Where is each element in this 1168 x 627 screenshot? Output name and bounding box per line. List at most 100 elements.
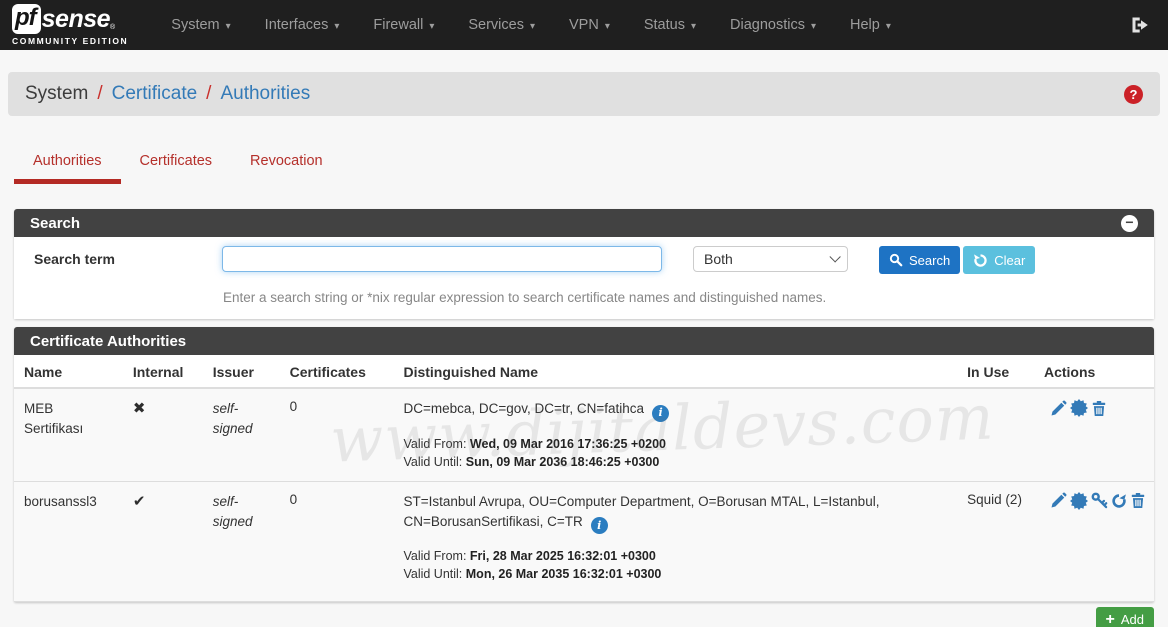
top-navbar: pf sense ® COMMUNITY EDITION System ▾ In…: [0, 0, 1168, 50]
search-input[interactable]: [222, 246, 662, 272]
sign-out-icon: [1130, 15, 1150, 35]
search-panel-body: Search term Both Search: [14, 237, 1154, 319]
valid-until-value: Sun, 09 Mar 2036 18:46:25 +0300: [466, 455, 660, 469]
ca-name: MEB Sertifikası: [24, 399, 108, 439]
table-header-row: Name Internal Issuer Certificates Distin…: [14, 355, 1154, 388]
ca-panel-header: Certificate Authorities: [14, 327, 1154, 355]
ca-issuer: self-signed: [213, 399, 265, 439]
nav-item-label: Help: [850, 17, 880, 33]
valid-until-label: Valid Until:: [403, 455, 462, 469]
export-ca-icon[interactable]: [1070, 399, 1088, 417]
ca-name: borusanssl3: [24, 492, 97, 512]
internal-no-icon: ✖: [133, 400, 146, 417]
caret-down-icon: ▾: [811, 21, 816, 32]
nav-item-label: VPN: [569, 17, 599, 33]
valid-until-value: Mon, 26 Mar 2035 16:32:01 +0300: [466, 567, 662, 581]
clear-button[interactable]: Clear: [963, 246, 1035, 274]
valid-from-value: Fri, 28 Mar 2025 16:32:01 +0300: [470, 549, 656, 563]
caret-down-icon: ▾: [886, 21, 891, 32]
tab-revocation[interactable]: Revocation: [231, 145, 342, 184]
ca-distinguished-name: ST=Istanbul Avrupa, OU=Computer Departme…: [403, 494, 879, 529]
nav-item-firewall[interactable]: Firewall ▾: [356, 0, 451, 50]
export-key-icon[interactable]: [1091, 492, 1108, 509]
info-icon[interactable]: i: [591, 517, 608, 534]
pfsense-logo[interactable]: pf sense ® COMMUNITY EDITION: [12, 4, 128, 46]
add-button[interactable]: + Add: [1096, 607, 1154, 627]
tab-authorities[interactable]: Authorities: [14, 145, 121, 184]
caret-down-icon: ▾: [334, 21, 339, 32]
export-ca-icon[interactable]: [1070, 492, 1088, 510]
col-header-actions: Actions: [1044, 355, 1154, 388]
undo-icon: [973, 253, 988, 268]
main-menu: System ▾ Interfaces ▾ Firewall ▾ Service…: [154, 0, 908, 50]
search-panel: Search − Search term Both Search: [14, 209, 1154, 319]
breadcrumb: System / Certificate / Authorities ?: [8, 72, 1160, 116]
breadcrumb-link-authorities[interactable]: Authorities: [220, 83, 310, 105]
search-panel-title: Search: [30, 215, 80, 232]
tab-bar: Authorities Certificates Revocation: [14, 145, 1154, 184]
search-button[interactable]: Search: [879, 246, 960, 274]
edit-icon[interactable]: [1050, 400, 1067, 417]
certificate-authorities-panel: Certificate Authorities Name Internal Is…: [14, 327, 1154, 602]
caret-down-icon: ▾: [605, 21, 610, 32]
internal-yes-icon: ✔: [133, 493, 146, 510]
nav-item-label: Services: [468, 17, 524, 33]
nav-item-label: Interfaces: [265, 17, 329, 33]
search-term-label: Search term: [34, 246, 222, 267]
info-icon[interactable]: i: [652, 405, 669, 422]
nav-item-label: System: [171, 17, 219, 33]
valid-from-value: Wed, 09 Mar 2016 17:36:25 +0200: [470, 437, 666, 451]
ca-table: Name Internal Issuer Certificates Distin…: [14, 355, 1154, 602]
delete-icon[interactable]: [1091, 400, 1107, 417]
nav-item-services[interactable]: Services ▾: [451, 0, 552, 50]
nav-item-diagnostics[interactable]: Diagnostics ▾: [713, 0, 833, 50]
nav-item-vpn[interactable]: VPN ▾: [552, 0, 627, 50]
nav-item-label: Firewall: [373, 17, 423, 33]
col-header-dn: Distinguished Name: [403, 355, 967, 388]
valid-until-label: Valid Until:: [403, 567, 462, 581]
search-help-text: Enter a search string or *nix regular ex…: [223, 274, 1134, 311]
nav-item-system[interactable]: System ▾: [154, 0, 247, 50]
table-row: borusanssl3 ✔ self-signed 0 ST=Istanbul …: [14, 481, 1154, 602]
col-header-issuer: Issuer: [213, 355, 290, 388]
logo-edition: COMMUNITY EDITION: [12, 36, 128, 46]
chevron-down-icon: [829, 251, 840, 262]
help-icon[interactable]: ?: [1124, 85, 1143, 104]
nav-item-help[interactable]: Help ▾: [833, 0, 908, 50]
valid-from-label: Valid From:: [403, 549, 466, 563]
ca-issuer: self-signed: [213, 492, 265, 532]
logo-sense: sense: [42, 5, 110, 34]
tab-certificates[interactable]: Certificates: [121, 145, 232, 184]
col-header-certificates: Certificates: [290, 355, 404, 388]
col-header-name: Name: [14, 355, 133, 388]
breadcrumb-link-certificate[interactable]: Certificate: [112, 83, 198, 105]
edit-icon[interactable]: [1050, 492, 1067, 509]
breadcrumb-separator: /: [197, 83, 220, 105]
caret-down-icon: ▾: [691, 21, 696, 32]
breadcrumb-section: System: [25, 83, 88, 105]
ca-panel-title: Certificate Authorities: [30, 333, 186, 350]
logout-button[interactable]: [1124, 15, 1156, 35]
caret-down-icon: ▾: [530, 21, 535, 32]
search-type-value: Both: [704, 251, 733, 267]
breadcrumb-separator: /: [88, 83, 111, 105]
search-panel-header: Search −: [14, 209, 1154, 237]
col-header-in-use: In Use: [967, 355, 1044, 388]
caret-down-icon: ▾: [429, 21, 434, 32]
delete-icon[interactable]: [1130, 492, 1146, 509]
collapse-icon[interactable]: −: [1121, 215, 1138, 232]
registered-mark: ®: [110, 24, 115, 31]
valid-from-label: Valid From:: [403, 437, 466, 451]
ca-cert-count: 0: [290, 492, 298, 507]
renew-icon[interactable]: [1111, 493, 1127, 509]
caret-down-icon: ▾: [226, 21, 231, 32]
table-row: MEB Sertifikası ✖ self-signed 0 DC=mebca…: [14, 388, 1154, 481]
search-icon: [889, 253, 903, 267]
ca-distinguished-name: DC=mebca, DC=gov, DC=tr, CN=fatihca: [403, 401, 644, 416]
nav-item-status[interactable]: Status ▾: [627, 0, 713, 50]
col-header-internal: Internal: [133, 355, 213, 388]
nav-item-label: Status: [644, 17, 685, 33]
nav-item-interfaces[interactable]: Interfaces ▾: [248, 0, 357, 50]
search-type-select[interactable]: Both: [693, 246, 848, 272]
plus-icon: +: [1106, 613, 1115, 627]
